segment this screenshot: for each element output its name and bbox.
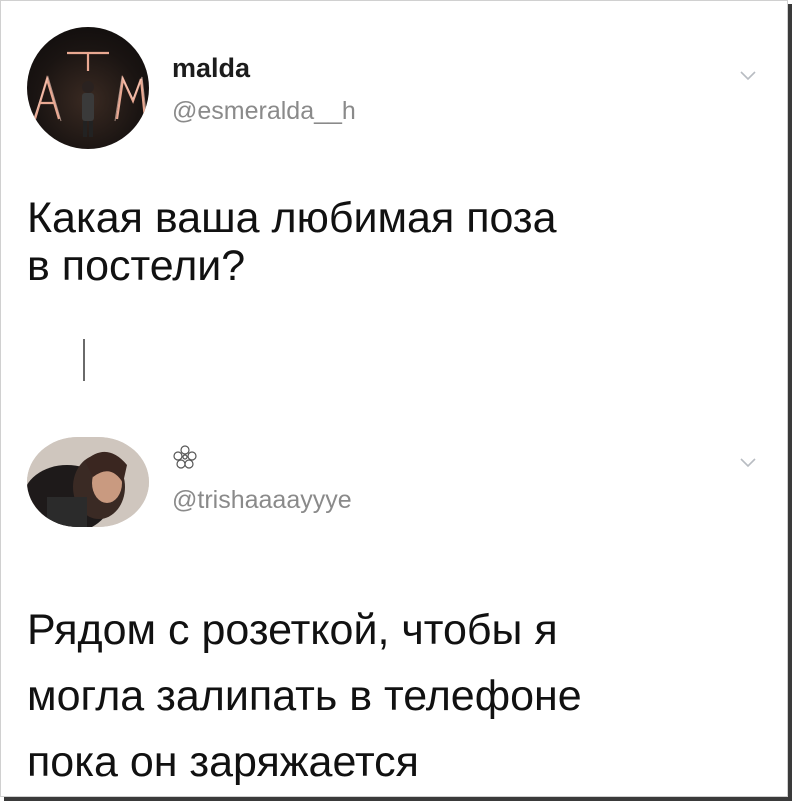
thread-connector-line [83, 339, 85, 381]
avatar-malda[interactable] [27, 27, 149, 149]
display-name[interactable]: malda [172, 53, 250, 84]
tweet-text-line: в постели? [27, 242, 246, 290]
avatar-image [32, 51, 148, 137]
tweet-text: Рядом с розеткой, чтобы я могла залипать… [27, 597, 582, 795]
avatar-image [27, 437, 149, 527]
tweet-text-line: Какая ваша любимая поза [27, 194, 557, 242]
tweet-text: Какая ваша любимая поза в постели? [27, 194, 557, 290]
user-handle[interactable]: @esmeralda__h [172, 97, 356, 126]
tweet-card-frame: malda @esmeralda__h Какая ваша любимая п… [0, 0, 788, 797]
chevron-down-icon[interactable] [739, 454, 757, 472]
tweet-text-line: Рядом с розеткой, чтобы я [27, 606, 558, 654]
avatar-trisha[interactable] [27, 437, 149, 527]
flower-icon [173, 445, 197, 469]
tweet-text-line: могла залипать в телефоне [27, 672, 582, 720]
user-handle[interactable]: @trishaaaayyye [172, 486, 352, 515]
chevron-down-icon[interactable] [739, 67, 757, 85]
tweet-text-line: пока он заряжается [27, 738, 419, 786]
